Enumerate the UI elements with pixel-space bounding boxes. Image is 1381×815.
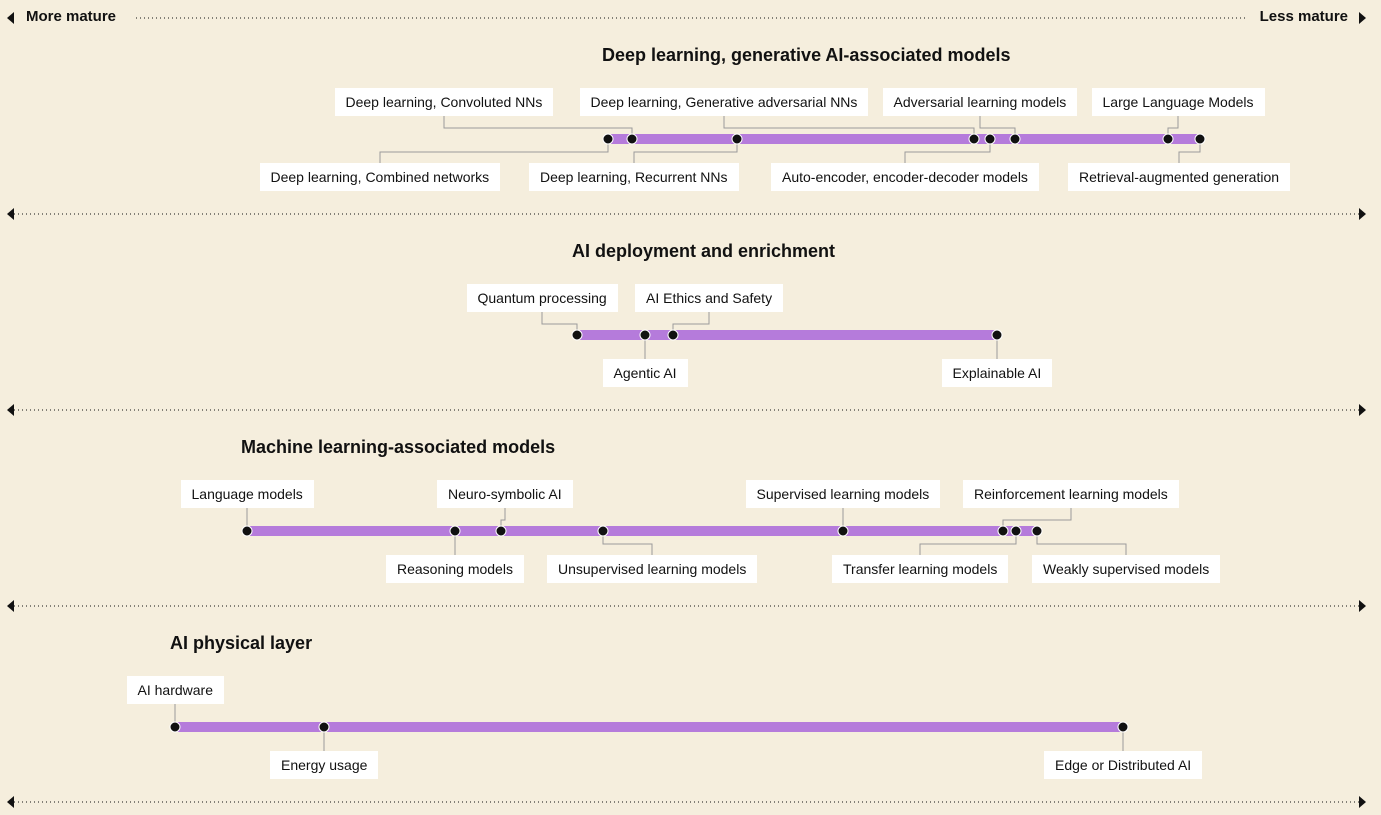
divider-left-arrow-icon-0 bbox=[7, 208, 14, 220]
milestone-dot bbox=[169, 721, 181, 733]
divider-left-arrow-icon-3 bbox=[7, 796, 14, 808]
milestone-dot bbox=[639, 329, 651, 341]
divider-left-arrow-icon-1 bbox=[7, 404, 14, 416]
leader-line bbox=[541, 312, 578, 335]
milestone-dot bbox=[1162, 133, 1174, 145]
header-left-arrow-icon bbox=[7, 12, 14, 24]
divider-right-arrow-icon-3 bbox=[1359, 796, 1366, 808]
tech-label: Neuro-symbolic AI bbox=[437, 480, 573, 508]
more-mature-label: More mature bbox=[26, 8, 117, 25]
milestone-dot bbox=[997, 525, 1009, 537]
milestone-dot bbox=[571, 329, 583, 341]
tech-label: Weakly supervised models bbox=[1032, 555, 1221, 583]
tech-label: Deep learning, Convoluted NNs bbox=[334, 88, 554, 116]
tech-label: Energy usage bbox=[270, 751, 379, 779]
milestone-dot bbox=[1009, 133, 1021, 145]
tech-label: Large Language Models bbox=[1091, 88, 1265, 116]
group-title-deployment: AI deployment and enrichment bbox=[572, 241, 836, 261]
milestone-dot bbox=[495, 525, 507, 537]
tech-label: Auto-encoder, encoder-decoder models bbox=[771, 163, 1039, 191]
group-title-machine-learning: Machine learning-associated models bbox=[241, 437, 556, 457]
tech-label: Edge or Distributed AI bbox=[1044, 751, 1203, 779]
tech-label: AI hardware bbox=[126, 676, 224, 704]
tech-label: Unsupervised learning models bbox=[547, 555, 758, 583]
divider-left-arrow-icon-2 bbox=[7, 600, 14, 612]
tech-label: Language models bbox=[180, 480, 314, 508]
milestone-dot bbox=[991, 329, 1003, 341]
range-bar-0 bbox=[608, 134, 1200, 144]
maturity-chart: More mature Less mature Deep learning, g… bbox=[0, 0, 1381, 815]
milestone-dot bbox=[968, 133, 980, 145]
group-title-generative: Deep learning, generative AI-associated … bbox=[602, 45, 1011, 65]
tech-label: AI Ethics and Safety bbox=[635, 284, 784, 312]
milestone-dot bbox=[449, 525, 461, 537]
tech-label: Reinforcement learning models bbox=[963, 480, 1179, 508]
divider-right-arrow-icon-0 bbox=[1359, 208, 1366, 220]
leader-line bbox=[379, 139, 609, 163]
milestone-dot bbox=[667, 329, 679, 341]
milestone-dot bbox=[241, 525, 253, 537]
milestone-dot bbox=[1117, 721, 1129, 733]
divider-right-arrow-icon-1 bbox=[1359, 404, 1366, 416]
milestone-dot bbox=[1010, 525, 1022, 537]
leader-line bbox=[1036, 531, 1127, 555]
milestone-dot bbox=[1194, 133, 1206, 145]
milestone-dot bbox=[597, 525, 609, 537]
range-bar-2 bbox=[247, 526, 1037, 536]
tech-label: Deep learning, Generative adversarial NN… bbox=[579, 88, 869, 116]
tech-label: Transfer learning models bbox=[832, 555, 1009, 583]
milestone-dot bbox=[318, 721, 330, 733]
milestone-dot bbox=[984, 133, 996, 145]
header-right-arrow-icon bbox=[1359, 12, 1366, 24]
less-mature-label: Less mature bbox=[1259, 8, 1348, 25]
tech-label: Quantum processing bbox=[466, 284, 618, 312]
tech-label: Deep learning, Combined networks bbox=[259, 163, 501, 191]
milestone-dot bbox=[731, 133, 743, 145]
milestone-dot bbox=[626, 133, 638, 145]
divider-right-arrow-icon-2 bbox=[1359, 600, 1366, 612]
group-title-physical: AI physical layer bbox=[170, 633, 313, 653]
tech-label: Supervised learning models bbox=[745, 480, 941, 508]
milestone-dot bbox=[602, 133, 614, 145]
range-bar-3 bbox=[175, 722, 1123, 732]
milestone-dot bbox=[1031, 525, 1043, 537]
tech-label: Explainable AI bbox=[941, 359, 1053, 387]
tech-label: Deep learning, Recurrent NNs bbox=[529, 163, 739, 191]
tech-label: Retrieval-augmented generation bbox=[1068, 163, 1291, 191]
tech-label: Adversarial learning models bbox=[882, 88, 1078, 116]
tech-label: Reasoning models bbox=[386, 555, 524, 583]
milestone-dot bbox=[837, 525, 849, 537]
tech-label: Agentic AI bbox=[602, 359, 688, 387]
